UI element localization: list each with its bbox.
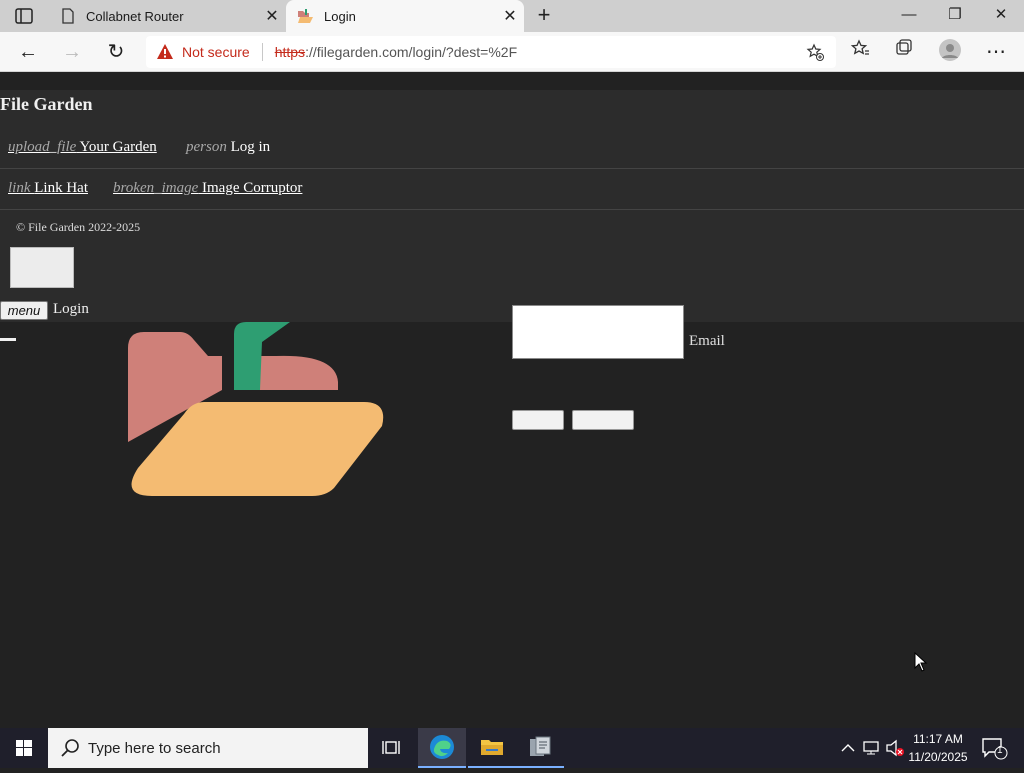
nav-divider bbox=[0, 209, 1024, 210]
tab-login[interactable]: Login ✕ bbox=[286, 0, 524, 32]
mouse-cursor-icon bbox=[914, 652, 928, 672]
tab-collabnet-router[interactable]: Collabnet Router ✕ bbox=[48, 0, 286, 32]
broken-image-icon: broken_image bbox=[113, 180, 199, 196]
menu-button[interactable]: menu bbox=[0, 301, 48, 320]
site-title: File Garden bbox=[0, 94, 93, 114]
nav-label: Link Hat bbox=[34, 180, 88, 196]
nav-link-hat-link[interactable]: link Link Hat bbox=[8, 180, 88, 197]
page-icon bbox=[58, 6, 78, 26]
taskbar: Type here to search 11:17 AM 11/20/2025 … bbox=[0, 728, 1024, 768]
page-title: Login bbox=[53, 301, 89, 317]
warning-icon bbox=[157, 44, 173, 59]
tab-title: Collabnet Router bbox=[86, 8, 184, 24]
person-icon: person bbox=[186, 139, 227, 155]
network-icon[interactable] bbox=[862, 738, 882, 758]
close-tab-icon[interactable]: ✕ bbox=[496, 6, 524, 26]
new-tab-icon[interactable]: + bbox=[532, 4, 556, 28]
restore-button[interactable]: ❐ bbox=[932, 0, 978, 32]
taskbar-clock[interactable]: 11:17 AM 11/20/2025 bbox=[900, 730, 976, 766]
show-hidden-icons-icon[interactable] bbox=[838, 738, 858, 758]
add-favorite-icon[interactable] bbox=[806, 43, 824, 61]
address-divider bbox=[261, 43, 263, 61]
nav-divider bbox=[0, 168, 1024, 169]
search-icon bbox=[61, 739, 79, 757]
log-in-button[interactable]: Log in bbox=[512, 410, 564, 430]
copyright-text: © File Garden 2022-2025 bbox=[16, 220, 141, 234]
file-garden-logo bbox=[128, 322, 384, 496]
header-top-strip bbox=[0, 72, 1024, 90]
refresh-icon[interactable]: ↻ bbox=[102, 38, 130, 66]
filegarden-favicon bbox=[296, 6, 316, 26]
nav-your-garden-link[interactable]: upload_file Your Garden bbox=[8, 139, 157, 156]
clock-time: 11:17 AM bbox=[913, 732, 963, 746]
address-bar[interactable]: Not secure https ://filegarden.com/login… bbox=[146, 36, 836, 68]
search-placeholder: Type here to search bbox=[88, 739, 221, 757]
notification-count: 1 bbox=[997, 745, 1003, 756]
nav-label: Log in bbox=[230, 139, 271, 155]
close-window-button[interactable]: ✕ bbox=[978, 0, 1024, 32]
nav-image-corruptor-link[interactable]: broken_image Image Corruptor bbox=[113, 180, 302, 197]
task-view-icon[interactable] bbox=[368, 728, 416, 768]
windows-start-icon[interactable] bbox=[0, 728, 48, 768]
url-scheme: https bbox=[274, 44, 306, 60]
tab-actions-icon[interactable] bbox=[14, 7, 34, 25]
email-label: Email bbox=[689, 333, 725, 349]
forward-icon[interactable]: → bbox=[58, 38, 86, 66]
nav-label: Image Corruptor bbox=[202, 180, 303, 196]
tab-title: Login bbox=[324, 8, 356, 24]
app-taskbar-icon[interactable] bbox=[516, 728, 564, 768]
nav-label: Your Garden bbox=[79, 139, 157, 155]
clock-date: 11/20/2025 bbox=[908, 750, 968, 764]
edge-taskbar-icon[interactable] bbox=[418, 728, 466, 768]
link-icon: link bbox=[8, 180, 31, 196]
profile-avatar-icon[interactable] bbox=[936, 38, 964, 66]
minimize-button[interactable]: — bbox=[886, 0, 932, 32]
tab-strip: Collabnet Router ✕ Login ✕ + — ❐ ✕ bbox=[0, 0, 1024, 32]
notifications-icon[interactable]: 1 bbox=[980, 736, 1008, 760]
back-icon[interactable]: ← bbox=[14, 38, 42, 66]
browser-toolbar: ← → ↻ Not secure https ://filegarden.com… bbox=[0, 32, 1024, 72]
site-header: File Garden upload_file Your Garden pers… bbox=[0, 72, 1024, 322]
email-field[interactable] bbox=[512, 305, 684, 359]
nav-log-in-link[interactable]: person Log in bbox=[186, 139, 270, 156]
taskbar-search[interactable]: Type here to search bbox=[48, 728, 368, 768]
url-text: ://filegarden.com/login/?dest=%2F bbox=[305, 44, 518, 60]
upload-file-icon: upload_file bbox=[8, 139, 77, 155]
file-explorer-icon[interactable] bbox=[468, 728, 516, 768]
sign-up-button[interactable]: Sign up bbox=[572, 410, 634, 430]
close-tab-icon[interactable]: ✕ bbox=[258, 6, 286, 26]
more-options-icon[interactable]: ⋯ bbox=[982, 38, 1010, 66]
page-content: File Garden upload_file Your Garden pers… bbox=[0, 72, 1024, 728]
favorites-icon[interactable] bbox=[846, 38, 874, 66]
security-status[interactable]: Not secure bbox=[182, 44, 250, 60]
menu-indicator bbox=[0, 338, 16, 341]
collections-icon[interactable] bbox=[890, 38, 918, 66]
header-placeholder-box bbox=[10, 247, 74, 288]
